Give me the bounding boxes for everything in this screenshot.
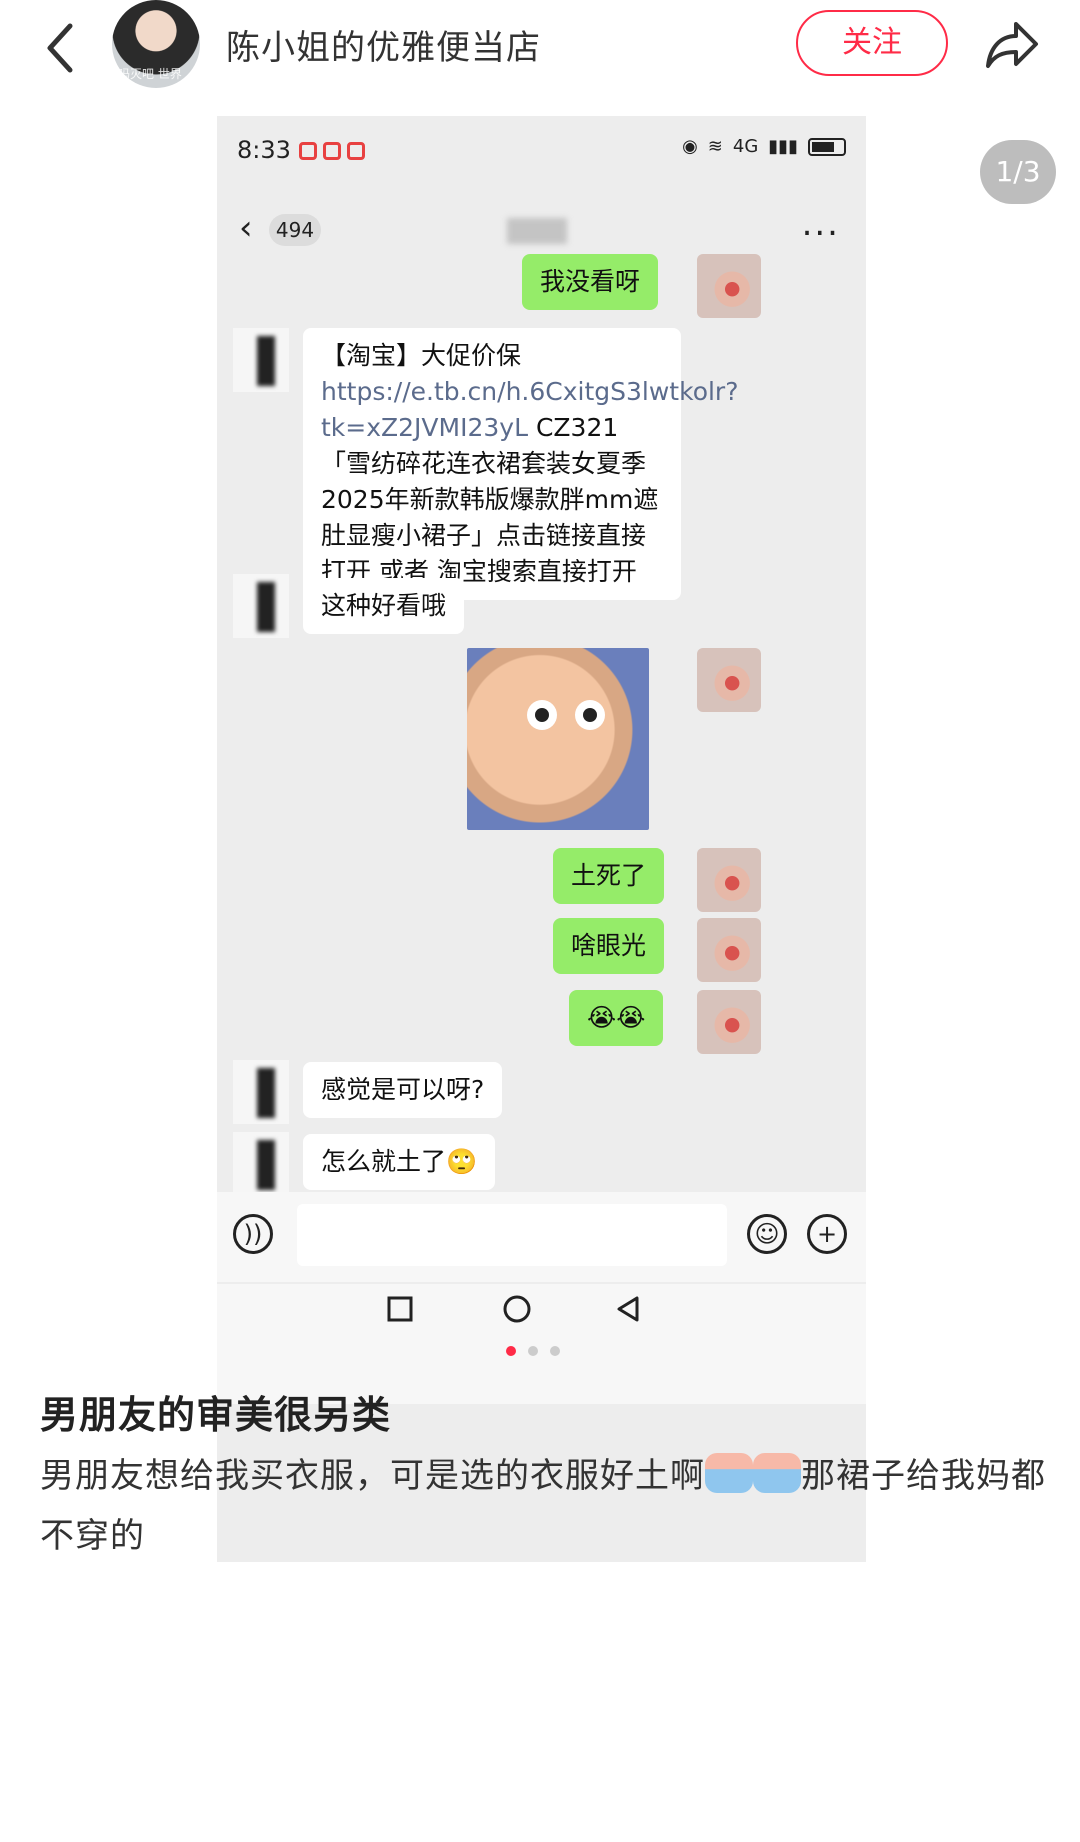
author-avatar[interactable]: 吗灭吧 世界 <box>112 0 200 88</box>
back-nav-icon <box>617 1296 639 1322</box>
more-icon[interactable]: ... <box>802 204 840 244</box>
carousel-dot[interactable] <box>550 1346 560 1356</box>
sticker-eye <box>575 700 605 730</box>
my-avatar <box>697 848 761 912</box>
message-bubble: 怎么就土了🙄 <box>303 1134 496 1190</box>
my-avatar <box>697 918 761 982</box>
chat-input-bar: )) ☺ + <box>217 1192 866 1282</box>
notification-icon <box>299 142 317 160</box>
message-bubble: 【淘宝】大促价保 https://e.tb.cn/h.6CxitgS3lwtko… <box>303 328 738 600</box>
eye-icon: ◉ <box>682 136 698 157</box>
plus-icon[interactable]: + <box>807 1214 847 1254</box>
message-bubble: 😭😭 <box>569 990 664 1046</box>
chat-header: ‹ 494 ... <box>217 198 866 258</box>
crying-emoji-icon <box>753 1453 801 1493</box>
my-avatar <box>697 648 761 712</box>
message-text: 【淘宝】大促价保 <box>321 341 522 370</box>
my-avatar <box>697 990 761 1054</box>
author-name[interactable]: 陈小姐的优雅便当店 <box>226 20 541 69</box>
carousel-dot[interactable] <box>528 1346 538 1356</box>
chevron-left-icon <box>47 23 73 73</box>
chat-title-blurred <box>507 218 567 244</box>
message-bubble: 我没看呀 <box>522 254 659 310</box>
status-icons: ◉ ≋ 4G ▮▮▮ <box>682 136 846 157</box>
top-bar: 吗灭吧 世界 陈小姐的优雅便当店 关注 <box>0 0 1080 100</box>
carousel-dots <box>506 1346 560 1356</box>
message-bubble: 这种好看哦 <box>303 578 465 634</box>
contact-avatar <box>233 1060 289 1124</box>
carousel-dot[interactable] <box>506 1346 516 1356</box>
phone-status-bar: 8:33 ◉ ≋ 4G ▮▮▮ <box>217 116 866 186</box>
message-bubble: 啥眼光 <box>553 918 665 974</box>
contact-avatar <box>233 574 289 638</box>
home-icon <box>503 1295 531 1323</box>
voice-icon[interactable]: )) <box>233 1214 273 1254</box>
battery-icon <box>808 137 846 156</box>
message-bubble: 感觉是可以呀? <box>303 1062 503 1118</box>
notification-icon <box>347 142 365 160</box>
emoji-icon[interactable]: ☺ <box>747 1214 787 1254</box>
my-avatar <box>697 254 761 318</box>
crying-emoji-icon <box>705 1453 753 1493</box>
back-button[interactable] <box>36 18 86 78</box>
sticker-eye <box>527 700 557 730</box>
notification-icon <box>323 142 341 160</box>
share-button[interactable] <box>982 16 1042 72</box>
contact-avatar <box>233 328 289 392</box>
image-counter: 1/3 <box>980 140 1056 204</box>
recents-icon <box>387 1296 413 1322</box>
post-body: 男朋友想给我买衣服，可是选的衣服好土啊 那裙子给我妈都不穿的 <box>40 1446 1050 1566</box>
sticker-image[interactable] <box>467 648 649 830</box>
contact-avatar <box>233 1132 289 1196</box>
status-time: 8:33 <box>237 136 291 164</box>
unread-badge: 494 <box>269 214 321 246</box>
post-title: 男朋友的审美很另类 <box>40 1393 392 1437</box>
wifi-icon: ≋ <box>707 136 723 157</box>
signal-icon: ▮▮▮ <box>768 136 798 157</box>
avatar-watermark: 吗灭吧 世界 <box>118 67 182 81</box>
follow-button[interactable]: 关注 <box>796 10 948 76</box>
share-arrow-icon <box>986 22 1038 68</box>
post-body-text: 男朋友想给我买衣服，可是选的衣服好土啊 <box>40 1456 705 1496</box>
message-input[interactable] <box>297 1204 727 1266</box>
network-label: 4G <box>732 136 759 157</box>
chevron-left-icon[interactable]: ‹ <box>239 208 253 248</box>
message-bubble: 土死了 <box>553 848 665 904</box>
